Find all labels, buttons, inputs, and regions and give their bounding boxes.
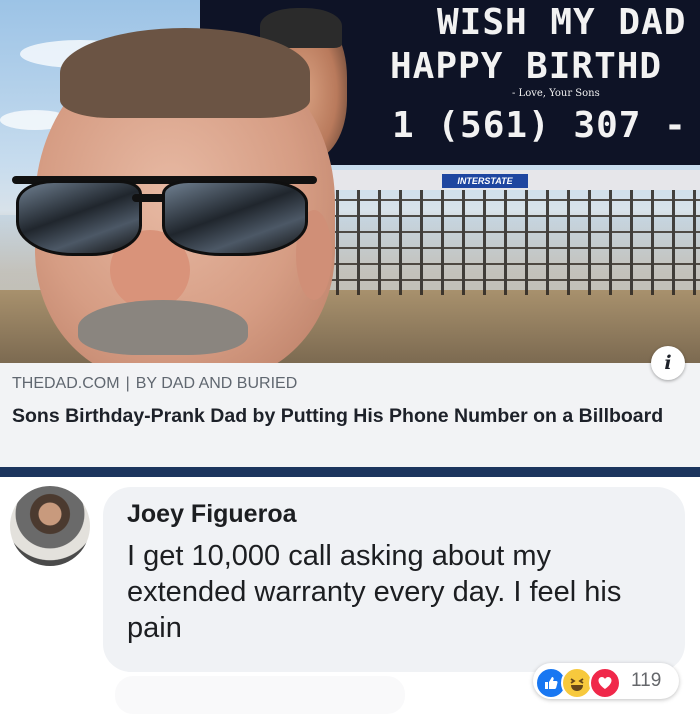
- billboard-text-line1: WISH MY DAD: [437, 2, 687, 43]
- billboard-phone-number: 1 (561) 307 - 48: [392, 105, 700, 146]
- man-moustache: [78, 300, 248, 355]
- billboard-brand-logo: INTERSTATE: [442, 174, 528, 188]
- man-hair: [60, 28, 310, 118]
- link-source-line: THEDAD.COM | BY DAD AND BURIED: [12, 375, 297, 393]
- info-icon[interactable]: i: [651, 346, 685, 380]
- reactions-summary[interactable]: 119: [533, 663, 679, 699]
- blurred-reply-placeholder: [115, 676, 405, 714]
- link-title[interactable]: Sons Birthday-Prank Dad by Putting His P…: [12, 402, 692, 431]
- heart-icon: [598, 677, 612, 689]
- reaction-count: 119: [631, 670, 662, 691]
- thumbs-up-icon: [545, 677, 558, 689]
- avatar[interactable]: [10, 486, 90, 566]
- divider-bar: [0, 467, 700, 477]
- billboard-scaffolding: [318, 190, 700, 295]
- sunglasses: [12, 166, 317, 256]
- link-byline[interactable]: BY DAD AND BURIED: [136, 375, 298, 392]
- link-preview-image[interactable]: WISH MY DAD HAPPY BIRTHD - Love, Your So…: [0, 0, 700, 363]
- billboard-text-line2: HAPPY BIRTHD: [390, 46, 663, 87]
- laughing-face-icon: [570, 678, 584, 691]
- billboard-signature: - Love, Your Sons: [512, 88, 600, 99]
- sunglasses-lens-left: [16, 180, 142, 256]
- sunglasses-bridge: [132, 194, 166, 202]
- sunglasses-lens-right: [162, 180, 308, 256]
- comment-text: I get 10,000 call asking about my extend…: [127, 540, 622, 644]
- love-icon: [589, 667, 621, 699]
- link-domain[interactable]: THEDAD.COM: [12, 375, 120, 392]
- comment-author[interactable]: Joey Figueroa: [127, 500, 297, 529]
- link-separator: |: [125, 375, 130, 392]
